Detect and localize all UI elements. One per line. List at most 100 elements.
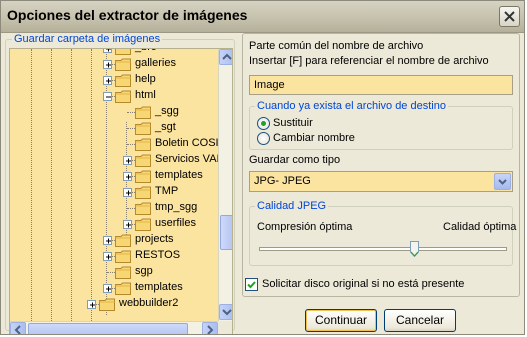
scroll-left-button[interactable]	[10, 322, 26, 334]
folder-icon	[135, 170, 151, 183]
tree-item-label: tmp_sgg	[155, 201, 198, 213]
expand-icon[interactable]	[123, 188, 132, 197]
tree-item[interactable]: webbuilder2	[10, 296, 218, 312]
tree-item-label: html	[135, 89, 156, 101]
title-bar[interactable]: Opciones del extractor de imágenes	[1, 1, 524, 33]
close-button[interactable]	[499, 6, 520, 27]
folder-icon	[135, 186, 151, 199]
expand-icon[interactable]	[87, 300, 96, 309]
tree-item[interactable]: projects	[10, 232, 218, 248]
expand-icon[interactable]	[103, 60, 112, 69]
folder-icon	[115, 49, 131, 55]
folder-icon	[135, 106, 151, 119]
up-arrow-icon	[222, 53, 232, 60]
tree-item-label: templates	[135, 281, 183, 293]
tree-item[interactable]: templates	[10, 280, 218, 296]
tree-item-label: RESTOS	[135, 249, 181, 261]
scroll-down-button[interactable]	[219, 304, 232, 320]
scroll-corner	[218, 321, 232, 334]
folder-icon	[135, 122, 151, 135]
replace-radio-label[interactable]: Sustituir	[273, 117, 313, 129]
right-arrow-icon	[207, 325, 214, 334]
request-disk-label[interactable]: Solicitar disco original si no está pres…	[262, 278, 464, 290]
quality-slider-thumb[interactable]	[409, 241, 419, 257]
expand-icon[interactable]	[103, 76, 112, 85]
tree-item[interactable]: Servicios VAI	[10, 152, 218, 168]
folder-icon	[115, 90, 131, 103]
expand-icon[interactable]	[103, 49, 112, 53]
quality-min-label: Compresión óptima	[257, 221, 353, 233]
folder-icon	[115, 58, 131, 71]
tree-item[interactable]: sgp	[10, 264, 218, 280]
save-folder-group: Guardar carpeta de imágenes _brc gallerie…	[5, 33, 235, 334]
expand-icon[interactable]	[123, 220, 132, 229]
filename-input[interactable]: Image	[249, 75, 513, 95]
save-type-select[interactable]: JPG- JPEG	[249, 171, 513, 192]
chevron-down-icon	[498, 179, 507, 185]
save-type-value: JPG- JPEG	[254, 175, 311, 187]
scroll-right-button[interactable]	[202, 322, 218, 334]
filename-hint: Insertar [F] para referenciar el nombre …	[249, 55, 489, 67]
scroll-thumb[interactable]	[220, 215, 232, 250]
save-folder-group-label: Guardar carpeta de imágenes	[12, 33, 163, 45]
tree-item-label: help	[135, 73, 156, 85]
tree-items: _brc galleries help html _sgg _sgt Boletin COS…	[10, 49, 218, 334]
tree-item[interactable]: _sgt	[10, 120, 218, 136]
rename-radio-label[interactable]: Cambiar nombre	[273, 132, 355, 144]
tree-item[interactable]: templates	[10, 168, 218, 184]
cancel-button[interactable]: Cancelar	[384, 309, 456, 332]
left-arrow-icon	[14, 325, 21, 334]
filename-label: Parte común del nombre de archivo	[249, 40, 424, 52]
tree-item-label: _sgg	[155, 105, 179, 117]
tree-item-label: TMP	[155, 185, 179, 197]
request-disk-checkbox[interactable]	[245, 278, 258, 291]
tree-item[interactable]: TMP	[10, 184, 218, 200]
folder-icon	[115, 74, 131, 87]
folder-icon	[135, 202, 151, 215]
expand-icon[interactable]	[103, 284, 112, 293]
jpeg-quality-group-label: Calidad JPEG	[255, 200, 329, 212]
tree-vertical-scrollbar[interactable]	[218, 49, 232, 334]
replace-radio[interactable]	[257, 117, 270, 130]
window-title: Opciones del extractor de imágenes	[7, 7, 248, 23]
folder-icon	[115, 250, 131, 263]
tree-item-label: projects	[135, 233, 174, 245]
folder-tree[interactable]: _brc galleries help html _sgg _sgt Boletin COS…	[9, 48, 233, 334]
tree-item[interactable]: tmp_sgg	[10, 200, 218, 216]
tree-item[interactable]: userfiles	[10, 216, 218, 232]
down-arrow-icon	[222, 309, 232, 316]
tree-item[interactable]: Boletin COSIT	[10, 136, 218, 152]
expand-icon[interactable]	[103, 252, 112, 261]
dialog-window: Opciones del extractor de imágenes Guard…	[0, 0, 525, 335]
folder-icon	[99, 298, 115, 311]
filename-input-value: Image	[254, 79, 285, 91]
quality-slider-track[interactable]	[259, 247, 507, 251]
folder-icon	[115, 282, 131, 295]
tree-item-label: Servicios VAI	[155, 153, 218, 165]
expand-icon[interactable]	[123, 156, 132, 165]
expand-icon[interactable]	[103, 236, 112, 245]
tree-item[interactable]: RESTOS	[10, 248, 218, 264]
tree-item[interactable]: _brc	[10, 49, 218, 56]
tree-item-label: Boletin COSIT	[155, 137, 218, 149]
collapse-icon[interactable]	[103, 92, 112, 101]
tree-item[interactable]: _sgg	[10, 104, 218, 120]
continue-button[interactable]: Continuar	[305, 309, 377, 332]
tree-item[interactable]: galleries	[10, 56, 218, 72]
folder-icon	[115, 234, 131, 247]
expand-icon[interactable]	[123, 172, 132, 181]
quality-max-label: Calidad óptima	[443, 221, 517, 233]
tree-item-label: sgp	[135, 265, 153, 277]
folder-icon	[135, 154, 151, 167]
tree-item[interactable]: help	[10, 72, 218, 88]
horizontal-scroll-thumb[interactable]	[28, 323, 188, 334]
folder-icon	[135, 218, 151, 231]
save-type-label: Guardar como tipo	[249, 154, 341, 166]
tree-horizontal-scrollbar[interactable]	[10, 321, 218, 334]
dropdown-button[interactable]	[494, 173, 511, 190]
jpeg-quality-group: Calidad JPEG	[249, 200, 513, 266]
rename-radio[interactable]	[257, 132, 270, 145]
scroll-up-button[interactable]	[219, 49, 232, 65]
tree-item[interactable]: html	[10, 88, 218, 104]
radio-selected-dot	[261, 121, 266, 126]
